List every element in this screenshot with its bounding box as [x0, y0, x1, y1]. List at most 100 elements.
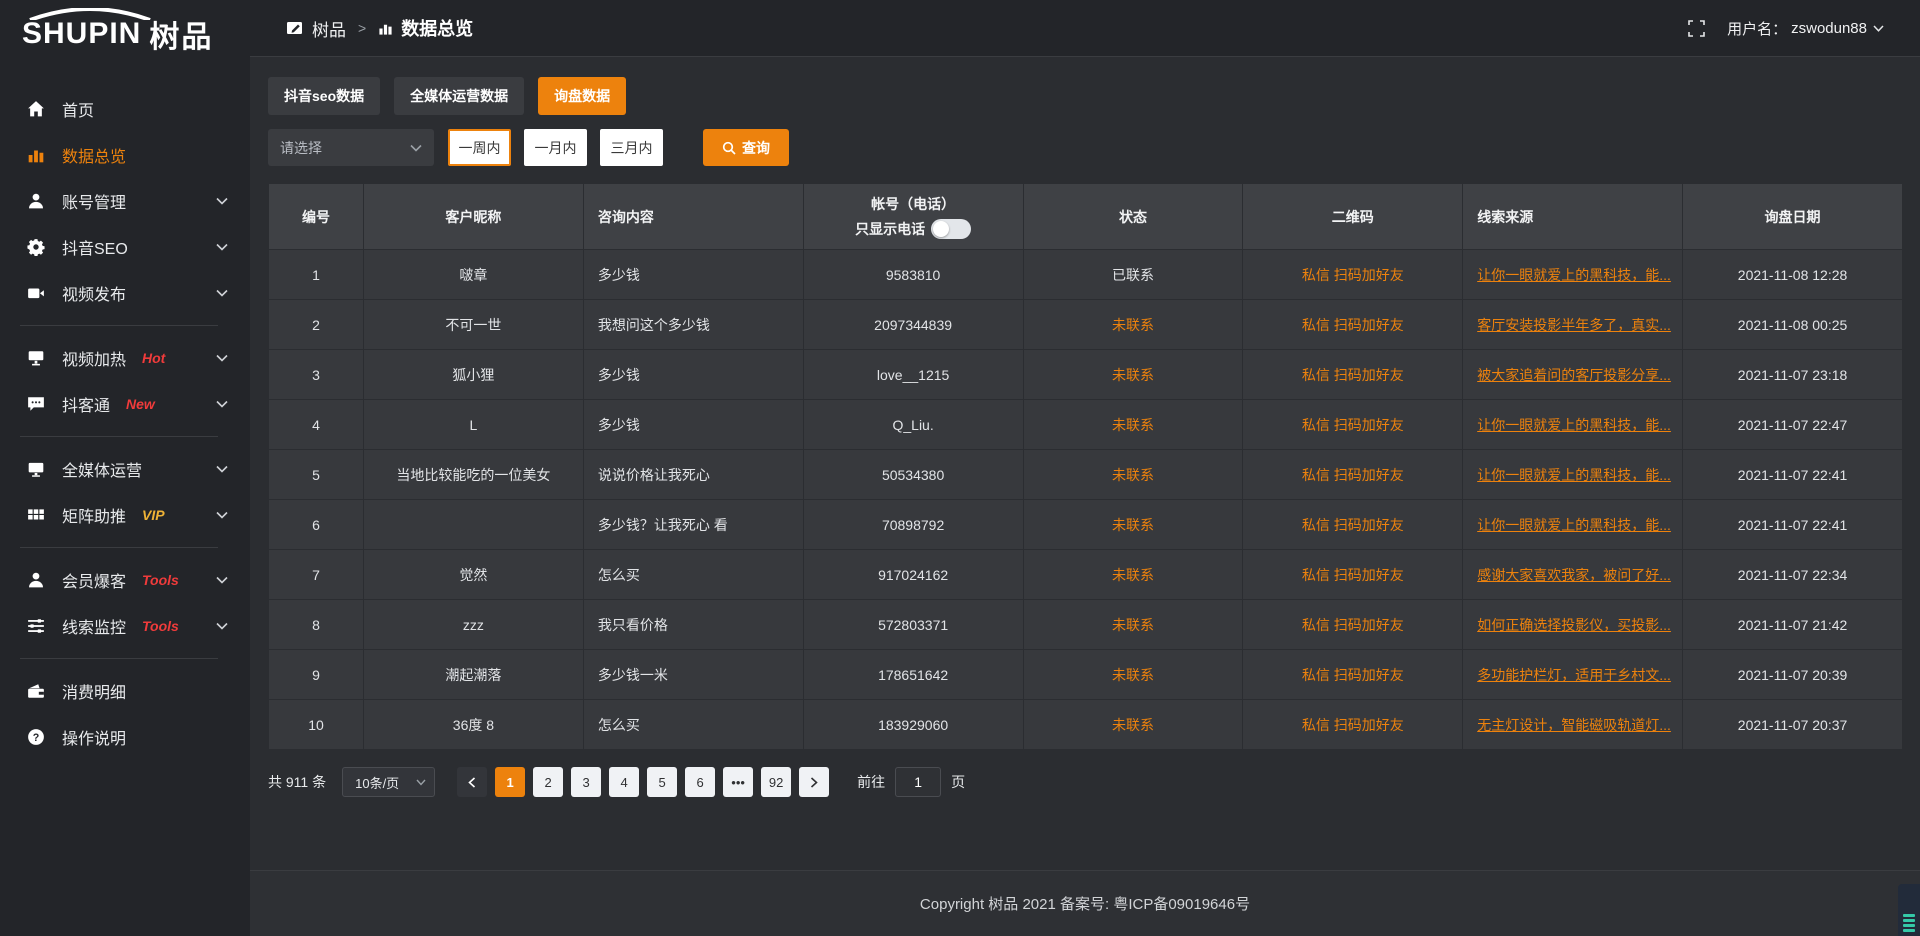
scan-add-friend-link[interactable]: 扫码加好友 [1334, 467, 1404, 483]
period-one-month-button[interactable]: 一月内 [524, 129, 587, 166]
page-button-92[interactable]: 92 [761, 767, 791, 797]
table-row: 2 不可一世 我想问这个多少钱 2097344839 未联系 私信 扫码加好友 … [269, 300, 1903, 350]
lead-source-link[interactable]: 让你一眼就爱上的黑科技，能... [1477, 467, 1671, 483]
fullscreen-icon[interactable] [1688, 20, 1705, 37]
sidebar-divider [20, 658, 218, 659]
scan-add-friend-link[interactable]: 扫码加好友 [1334, 567, 1404, 583]
page-button-2[interactable]: 2 [533, 767, 563, 797]
floating-service-widget[interactable] [1898, 884, 1920, 936]
tools-badge: Tools [142, 618, 179, 634]
account-select[interactable]: 请选择 [268, 129, 434, 166]
tab-douyin-seo-data[interactable]: 抖音seo数据 [268, 77, 380, 115]
scan-add-friend-link[interactable]: 扫码加好友 [1334, 267, 1404, 283]
row-account: 2097344839 [803, 300, 1023, 350]
lead-source-link[interactable]: 无主灯设计，智能磁吸轨道灯... [1477, 717, 1671, 733]
page-button-4[interactable]: 4 [609, 767, 639, 797]
goto-page-input[interactable] [895, 767, 941, 797]
chat-icon [26, 394, 46, 414]
status-badge: 未联系 [1112, 467, 1154, 483]
private-message-link[interactable]: 私信 [1302, 367, 1330, 383]
row-content: 多少钱 [583, 250, 803, 300]
row-content: 多少钱 [583, 400, 803, 450]
query-button[interactable]: 查询 [703, 129, 789, 166]
sidebar-item-douyin-seo[interactable]: 抖音SEO [0, 224, 250, 270]
column-header-qrcode: 二维码 [1243, 184, 1463, 250]
sidebar-item-label: 会员爆客 [62, 568, 126, 592]
lead-source-link[interactable]: 感谢大家喜欢我家，被问了好... [1477, 567, 1671, 583]
private-message-link[interactable]: 私信 [1302, 267, 1330, 283]
scan-add-friend-link[interactable]: 扫码加好友 [1334, 617, 1404, 633]
sidebar-item-lead-monitor[interactable]: 线索监控 Tools [0, 603, 250, 649]
sidebar-item-instructions[interactable]: ? 操作说明 [0, 714, 250, 760]
breadcrumb-root[interactable]: 树品 [312, 16, 346, 41]
row-nickname: zzz [364, 600, 584, 650]
private-message-link[interactable]: 私信 [1302, 317, 1330, 333]
scan-add-friend-link[interactable]: 扫码加好友 [1334, 317, 1404, 333]
goto-label: 前往 [857, 772, 885, 792]
private-message-link[interactable]: 私信 [1302, 617, 1330, 633]
sidebar-item-matrix-boost[interactable]: 矩阵助推 VIP [0, 492, 250, 538]
lead-source-link[interactable]: 让你一眼就爱上的黑科技，能... [1477, 417, 1671, 433]
sidebar-item-video-heat[interactable]: 视频加热 Hot [0, 335, 250, 381]
lead-source-link[interactable]: 被大家追着问的客厅投影分享... [1477, 367, 1671, 383]
page-button-3[interactable]: 3 [571, 767, 601, 797]
tab-omnimedia-data[interactable]: 全媒体运营数据 [394, 77, 524, 115]
lead-source-link[interactable]: 让你一眼就爱上的黑科技，能... [1477, 267, 1671, 283]
page-button-6[interactable]: 6 [685, 767, 715, 797]
lead-source-link[interactable]: 多功能护栏灯，适用于乡村文... [1477, 667, 1671, 683]
sidebar-item-home[interactable]: 首页 [0, 86, 250, 132]
lead-source-link[interactable]: 如何正确选择投影仪，买投影... [1477, 617, 1671, 633]
scan-add-friend-link[interactable]: 扫码加好友 [1334, 717, 1404, 733]
row-account: 917024162 [803, 550, 1023, 600]
scan-add-friend-link[interactable]: 扫码加好友 [1334, 417, 1404, 433]
status-badge: 未联系 [1112, 567, 1154, 583]
period-one-week-button[interactable]: 一周内 [448, 129, 511, 166]
page-ellipsis-button[interactable]: ••• [723, 767, 753, 797]
grid-icon [26, 505, 46, 525]
row-content: 我只看价格 [583, 600, 803, 650]
private-message-link[interactable]: 私信 [1302, 667, 1330, 683]
sidebar-item-omnimedia[interactable]: 全媒体运营 [0, 446, 250, 492]
row-date: 2021-11-07 20:39 [1683, 650, 1903, 700]
query-button-label: 查询 [742, 138, 770, 158]
chart-icon [26, 145, 46, 165]
period-three-months-button[interactable]: 三月内 [600, 129, 663, 166]
private-message-link[interactable]: 私信 [1302, 567, 1330, 583]
private-message-link[interactable]: 私信 [1302, 417, 1330, 433]
row-no: 2 [269, 300, 364, 350]
table-row: 8 zzz 我只看价格 572803371 未联系 私信 扫码加好友 如何正确选… [269, 600, 1903, 650]
private-message-link[interactable]: 私信 [1302, 467, 1330, 483]
breadcrumb: 树品 > 数据总览 [287, 15, 473, 41]
member-icon [26, 570, 46, 590]
sidebar-item-data-overview[interactable]: 数据总览 [0, 132, 250, 178]
scan-add-friend-link[interactable]: 扫码加好友 [1334, 667, 1404, 683]
sidebar-item-label: 数据总览 [62, 143, 126, 167]
row-no: 3 [269, 350, 364, 400]
tab-inquiry-data[interactable]: 询盘数据 [538, 77, 626, 115]
scan-add-friend-link[interactable]: 扫码加好友 [1334, 367, 1404, 383]
sidebar-item-doukertong[interactable]: 抖客通 New [0, 381, 250, 427]
page-button-1[interactable]: 1 [495, 767, 525, 797]
username-value: zswodun88 [1791, 20, 1867, 37]
phone-only-toggle[interactable] [931, 219, 971, 239]
next-page-button[interactable] [799, 767, 829, 797]
sidebar-item-video-publish[interactable]: 视频发布 [0, 270, 250, 316]
page-size-value: 10条/页 [355, 773, 399, 792]
sidebar-item-consumption-detail[interactable]: 消费明细 [0, 668, 250, 714]
prev-page-button[interactable] [457, 767, 487, 797]
private-message-link[interactable]: 私信 [1302, 517, 1330, 533]
sidebar-item-account-management[interactable]: 账号管理 [0, 178, 250, 224]
goto-suffix: 页 [951, 772, 965, 792]
private-message-link[interactable]: 私信 [1302, 717, 1330, 733]
chevron-down-icon [216, 289, 228, 297]
page-button-5[interactable]: 5 [647, 767, 677, 797]
scan-add-friend-link[interactable]: 扫码加好友 [1334, 517, 1404, 533]
lead-source-link[interactable]: 让你一眼就爱上的黑科技，能... [1477, 517, 1671, 533]
user-menu[interactable]: 用户名： zswodun88 [1727, 18, 1884, 39]
sidebar: SHUPIN 树品 首页 数据总览 账号管理 抖音SEO [0, 0, 250, 936]
row-content: 说说价格让我死心 [583, 450, 803, 500]
sidebar-item-member-burst[interactable]: 会员爆客 Tools [0, 557, 250, 603]
lead-source-link[interactable]: 客厅安装投影半年多了，真实... [1477, 317, 1671, 333]
page-size-select[interactable]: 10条/页 [342, 767, 435, 797]
toggle-knob [933, 221, 949, 237]
